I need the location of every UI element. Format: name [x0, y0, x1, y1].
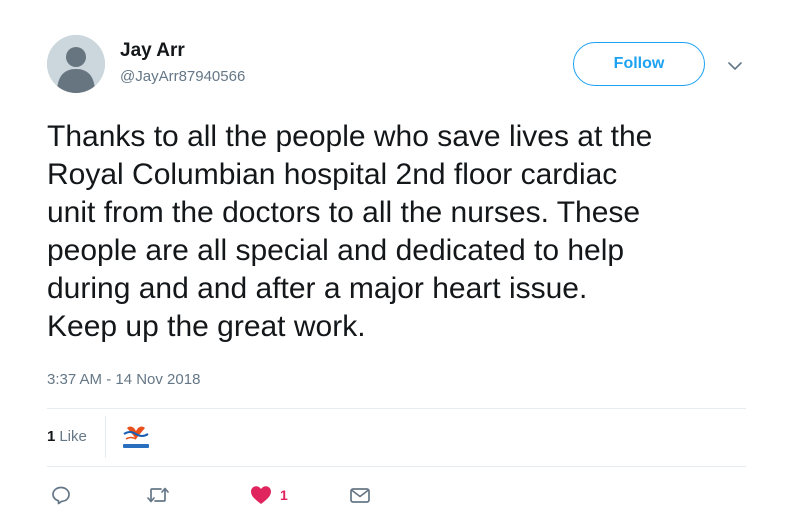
- author-name[interactable]: Jay Arr: [120, 40, 185, 62]
- tweet-text-line: unit from the doctors to all the nurses.…: [47, 196, 641, 229]
- direct-message-button[interactable]: [349, 484, 371, 506]
- tweet-text-line: people are all special and dedicated to …: [47, 234, 625, 267]
- chevron-down-icon: [728, 61, 742, 70]
- tweet-timestamp[interactable]: 3:37 AM - 14 Nov 2018: [47, 371, 200, 389]
- tweet-text-line: Royal Columbian hospital 2nd floor cardi…: [47, 158, 618, 191]
- retweet-button[interactable]: [146, 484, 170, 506]
- tweet-text-line: Keep up the great work.: [47, 310, 366, 343]
- stats-separator: [105, 416, 106, 458]
- retweet-icon: [147, 487, 169, 503]
- heart-icon: [251, 486, 271, 504]
- default-avatar-icon: [47, 35, 105, 93]
- follow-button[interactable]: Follow: [573, 42, 705, 86]
- tweet-text-line: Thanks to all the people who save lives …: [47, 120, 653, 153]
- divider: [47, 408, 746, 409]
- like-count: 1: [280, 487, 288, 503]
- tweet-text-line: during and and after a major heart issue…: [47, 272, 588, 305]
- likes-label: Like: [59, 428, 87, 445]
- like-button[interactable]: 1: [250, 484, 288, 506]
- likes-stat[interactable]: 1 Like: [47, 428, 87, 446]
- liker-avatar[interactable]: [120, 423, 152, 451]
- author-avatar[interactable]: [47, 35, 105, 93]
- reply-button[interactable]: [51, 484, 71, 506]
- likes-count: 1: [47, 428, 56, 445]
- divider: [47, 466, 746, 467]
- more-options-caret[interactable]: [725, 56, 745, 76]
- liker-logo-icon: [123, 426, 149, 448]
- envelope-icon: [350, 488, 370, 503]
- author-handle[interactable]: @JayArr87940566: [120, 67, 245, 87]
- tweet-text: Thanks to all the people who save lives …: [47, 118, 762, 346]
- reply-icon: [52, 486, 70, 505]
